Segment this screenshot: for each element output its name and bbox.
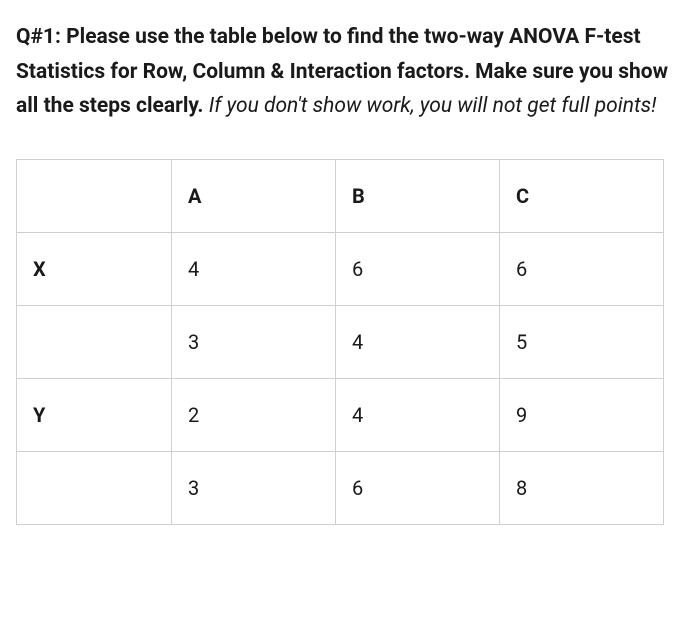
table-header-row: A B C: [17, 159, 664, 232]
cell: 8: [500, 451, 664, 524]
cell: 4: [172, 232, 336, 305]
cell: 3: [172, 451, 336, 524]
cell: 4: [336, 305, 500, 378]
cell: 6: [336, 232, 500, 305]
table-row: X 4 6 6: [17, 232, 664, 305]
header-cell-blank: [17, 159, 172, 232]
cell: 6: [336, 451, 500, 524]
row-label: Y: [17, 378, 172, 451]
table-row: Y 2 4 9: [17, 378, 664, 451]
row-label: [17, 305, 172, 378]
cell: 3: [172, 305, 336, 378]
table-row: 3 6 8: [17, 451, 664, 524]
question-italic: If you don't show work, you will not get…: [204, 94, 657, 118]
header-cell-c: C: [500, 159, 664, 232]
row-label: X: [17, 232, 172, 305]
cell: 9: [500, 378, 664, 451]
header-cell-b: B: [336, 159, 500, 232]
data-table: A B C X 4 6 6 3 4 5 Y 2 4 9 3 6 8: [16, 159, 664, 525]
cell: 6: [500, 232, 664, 305]
question-text: Q#1: Please use the table below to find …: [16, 20, 684, 124]
table-row: 3 4 5: [17, 305, 664, 378]
cell: 4: [336, 378, 500, 451]
cell: 2: [172, 378, 336, 451]
row-label: [17, 451, 172, 524]
header-cell-a: A: [172, 159, 336, 232]
cell: 5: [500, 305, 664, 378]
